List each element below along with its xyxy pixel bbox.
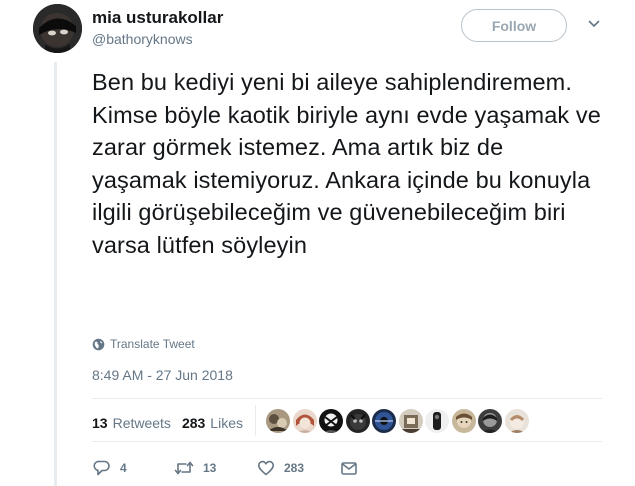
liker-avatar[interactable]: [345, 409, 370, 433]
liker-avatar[interactable]: [292, 409, 317, 433]
reply-icon: [93, 460, 110, 476]
like-button[interactable]: 283: [257, 459, 304, 477]
retweets-label: Retweets: [112, 415, 171, 431]
liker-avatar[interactable]: [451, 409, 476, 433]
chevron-down-icon: [588, 20, 600, 27]
envelope-icon: [341, 462, 357, 475]
avatar-icon: [33, 4, 82, 53]
liker-avatar[interactable]: [478, 409, 502, 433]
liker-avatar[interactable]: [504, 409, 529, 433]
divider: [92, 398, 602, 399]
translate-tweet-label: Translate Tweet: [110, 337, 195, 351]
translate-tweet-link[interactable]: Translate Tweet: [92, 335, 195, 353]
avatar-icon: [345, 409, 370, 433]
avatar-icon: [478, 409, 502, 433]
retweet-count: 13: [203, 461, 217, 475]
avatar-icon: [266, 409, 290, 433]
author-display-name[interactable]: mia usturakollar: [92, 8, 223, 28]
liker-avatar[interactable]: [398, 409, 423, 433]
author-handle[interactable]: @bathoryknows: [92, 31, 193, 47]
likes-stat[interactable]: 283 Likes: [182, 415, 243, 431]
liker-avatar[interactable]: [425, 409, 449, 433]
likes-count: 283: [181, 415, 206, 431]
direct-message-button[interactable]: [340, 459, 358, 477]
avatar-icon: [425, 409, 449, 433]
reply-count: 4: [120, 461, 127, 475]
liker-avatars: [266, 409, 529, 435]
avatar-icon: [398, 409, 423, 433]
avatar-icon: [372, 409, 396, 433]
retweet-icon: [174, 461, 194, 475]
heart-icon: [258, 460, 274, 476]
liker-avatar[interactable]: [319, 409, 343, 433]
retweets-stat[interactable]: 13 Retweets: [92, 415, 171, 431]
likes-label: Likes: [210, 415, 243, 431]
avatar-icon: [319, 409, 343, 433]
divider: [92, 441, 602, 442]
liker-avatar[interactable]: [266, 409, 290, 433]
stats-separator: [255, 405, 256, 436]
retweets-count: 13: [92, 415, 108, 431]
more-menu-button[interactable]: [586, 16, 602, 32]
follow-button[interactable]: Follow: [461, 9, 567, 42]
globe-icon: [92, 338, 105, 350]
reply-button[interactable]: 4: [93, 459, 127, 477]
avatar-icon: [504, 409, 529, 433]
avatar-icon: [292, 409, 317, 433]
avatar-icon: [451, 409, 476, 433]
avatar[interactable]: [33, 4, 82, 53]
like-count: 283: [284, 461, 305, 475]
retweet-button[interactable]: 13: [174, 459, 216, 477]
tweet-timestamp[interactable]: 8:49 AM - 27 Jun 2018: [92, 367, 233, 383]
tweet-stats: 13 Retweets 283 Likes: [92, 413, 243, 433]
tweet-text: Ben bu kediyi yeni bi aileye sahiplendir…: [92, 69, 601, 258]
thread-line: [54, 62, 57, 486]
liker-avatar[interactable]: [372, 409, 396, 433]
